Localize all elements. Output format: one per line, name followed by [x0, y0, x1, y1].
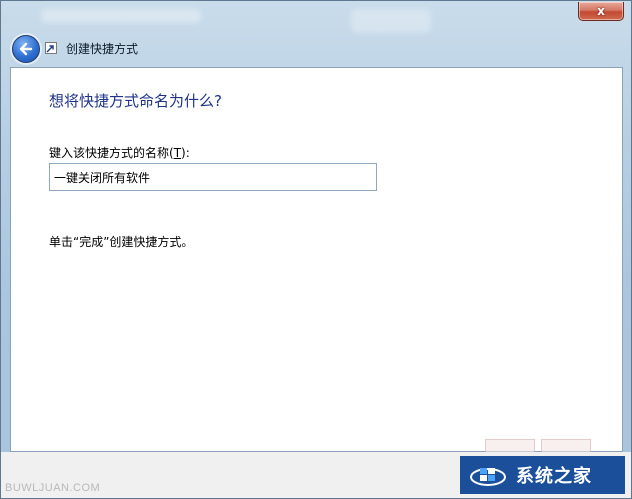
wizard-window: x 创建快捷方式 想将快捷方式命名为什么? 键入该快捷方式的名称(T): 单击“… — [0, 0, 632, 499]
name-field-hotkey: T — [173, 146, 182, 160]
window-title: 创建快捷方式 — [66, 42, 139, 56]
name-field-label-prefix: 键入该快捷方式的名称( — [49, 146, 174, 160]
brand-text: 系统之家 — [516, 466, 592, 487]
watermark-text: BUWLJUAN.COM — [5, 482, 101, 494]
name-field-label: 键入该快捷方式的名称(T): — [49, 144, 190, 161]
close-icon: x — [597, 4, 605, 18]
name-field-label-suffix: ): — [181, 146, 190, 160]
shortcut-name-input[interactable] — [49, 163, 377, 191]
brand-logo-icon — [470, 468, 506, 486]
close-button[interactable]: x — [578, 2, 624, 21]
page-heading: 想将快捷方式命名为什么? — [49, 92, 222, 110]
glass-blur — [41, 9, 201, 23]
finish-hint: 单击“完成”创建快捷方式。 — [49, 235, 194, 249]
glass-blur — [351, 9, 431, 33]
wizard-content: 想将快捷方式命名为什么? 键入该快捷方式的名称(T): 单击“完成”创建快捷方式… — [10, 67, 623, 452]
brand-watermark: 系统之家 — [460, 456, 625, 494]
back-arrow-icon — [19, 42, 33, 56]
back-button[interactable] — [12, 35, 40, 63]
shortcut-icon — [45, 42, 57, 54]
